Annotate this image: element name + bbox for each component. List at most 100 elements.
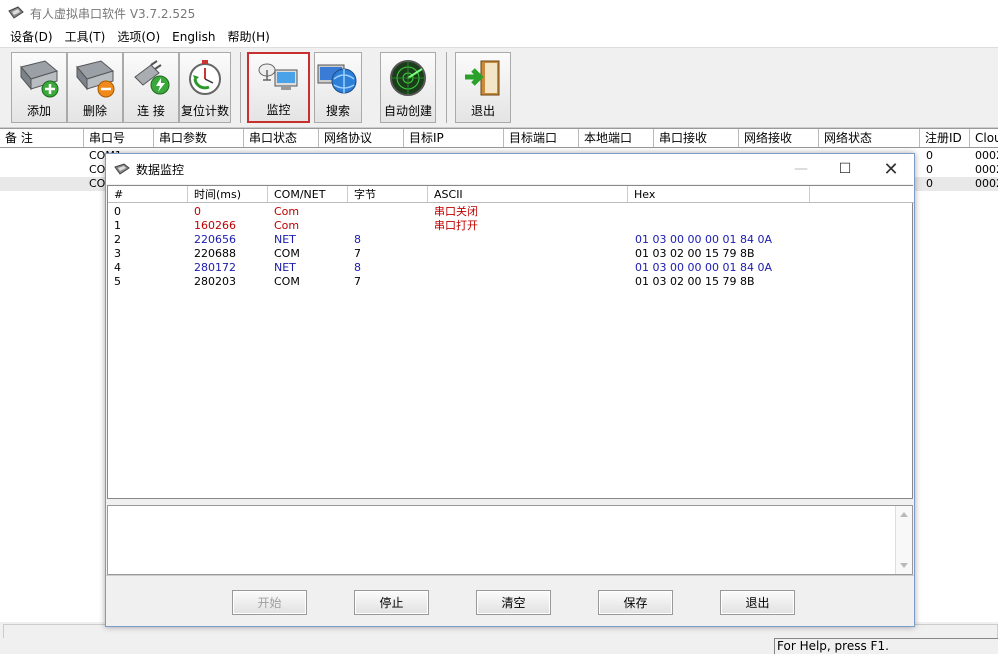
menu-help[interactable]: 帮助(H) [221,28,275,45]
maximize-icon[interactable]: ☐ [822,154,868,184]
close-icon[interactable]: ✕ [868,154,914,184]
hex-cell: 01 03 00 00 00 01 84 0A [635,261,772,274]
toolbar-separator [446,52,447,123]
app-icon [114,163,130,175]
menu-options[interactable]: 选项(O) [111,28,166,45]
toolbar: 添加 删除 连 接 复位计数 监控 搜索 自动创建 退出 [0,48,998,135]
ascii-cell: 串口关闭 [434,205,478,218]
add-button[interactable]: 添加 [11,52,67,123]
stop-button[interactable]: 停止 [354,590,429,615]
monitor-log-header: # 时间(ms) COM/NET 字节 ASCII Hex [108,186,914,203]
log-row[interactable]: 1 160266 Com 串口打开 [108,219,914,233]
monitor-label: 监控 [266,103,291,117]
dialog-titlebar: 数据监控 — ☐ ✕ [106,154,914,184]
col-cloud[interactable]: Clou [970,129,998,147]
menu-bar: 设备(D) 工具(T) 选项(O) English 帮助(H) [0,26,998,48]
col-local-port[interactable]: 本地端口 [579,129,654,147]
cloud-cell: 0002 [975,163,998,176]
scroll-down-icon[interactable] [900,563,908,568]
delete-button[interactable]: 删除 [67,52,123,123]
col-target-ip[interactable]: 目标IP [404,129,504,147]
connect-label: 连 接 [137,104,165,118]
time-cell: 160266 [194,219,236,232]
reg-id-cell: 0 [926,177,933,190]
exit-door-icon [465,60,500,96]
col-port[interactable]: 串口号 [84,129,154,147]
reset-count-label: 复位计数 [180,104,229,118]
source-cell: NET [274,233,296,246]
index-cell: 5 [114,275,121,288]
monitor-log-list[interactable]: # 时间(ms) COM/NET 字节 ASCII Hex 0 0 Com 串口关闭 1… [107,185,914,499]
monitor-satellite-icon [258,63,297,90]
col-port-rx[interactable]: 串口接收 [654,129,739,147]
col-net-rx[interactable]: 网络接收 [739,129,819,147]
col-time[interactable]: 时间(ms) [188,186,268,202]
stopwatch-icon [189,60,221,95]
auto-create-button[interactable]: 自动创建 [380,52,436,123]
log-row[interactable]: 2 220656 NET 8 01 03 00 00 00 01 84 0A [108,233,914,247]
menu-english[interactable]: English [166,30,221,44]
exit-label: 退出 [470,104,495,118]
bytes-cell: 8 [354,233,361,246]
bytes-cell: 7 [354,275,361,288]
col-note[interactable]: 备 注 [0,129,84,147]
source-cell: NET [274,261,296,274]
log-row[interactable]: 0 0 Com 串口关闭 [108,205,914,219]
search-label: 搜索 [325,104,350,118]
data-monitor-dialog: 数据监控 — ☐ ✕ # 时间(ms) COM/NET 字节 ASCII Hex… [105,153,915,627]
time-cell: 280172 [194,261,236,274]
col-bytes[interactable]: 字节 [348,186,428,202]
send-text-area[interactable] [107,505,913,575]
connect-button[interactable]: 连 接 [123,52,179,123]
time-cell: 220656 [194,233,236,246]
reset-count-button[interactable]: 复位计数 [179,52,231,123]
toolbar-separator [240,52,241,123]
col-hex[interactable]: Hex [628,186,810,202]
col-reg-id[interactable]: 注册ID [920,129,970,147]
col-source[interactable]: COM/NET [268,186,348,202]
serial-port-remove-icon [76,60,115,98]
col-net-status[interactable]: 网络状态 [819,129,920,147]
index-cell: 3 [114,247,121,260]
log-row[interactable]: 5 280203 COM 7 01 03 02 00 15 79 8B [108,275,914,289]
dialog-button-row: 开始 停止 清空 保存 退出 [106,575,914,626]
col-target-port[interactable]: 目标端口 [504,129,579,147]
log-row[interactable]: 4 280172 NET 8 01 03 00 00 00 01 84 0A [108,261,914,275]
scroll-up-icon[interactable] [900,512,908,517]
log-row[interactable]: 3 220688 COM 7 01 03 02 00 15 79 8B [108,247,914,261]
save-button[interactable]: 保存 [598,590,673,615]
source-cell: COM [274,247,300,260]
exit-button[interactable]: 退出 [455,52,511,123]
serial-port-add-icon [20,60,59,98]
col-ascii[interactable]: ASCII [428,186,628,202]
hex-cell: 01 03 00 00 00 01 84 0A [635,233,772,246]
cloud-cell: 0002 [975,177,998,190]
source-cell: Com [274,219,300,232]
col-port-status[interactable]: 串口状态 [244,129,319,147]
monitor-button[interactable]: 监控 [247,52,310,123]
vertical-scrollbar[interactable] [895,506,912,574]
app-title: 有人虚拟串口软件 V3.7.2.525 [30,6,196,21]
add-label: 添加 [26,104,51,118]
dialog-exit-button[interactable]: 退出 [720,590,795,615]
menu-tools[interactable]: 工具(T) [59,28,112,45]
clear-button[interactable]: 清空 [476,590,551,615]
reg-id-cell: 0 [926,149,933,162]
menu-device[interactable]: 设备(D) [4,28,59,45]
radar-icon [390,60,426,96]
delete-label: 删除 [82,104,107,118]
port-table-header: 备 注 串口号 串口参数 串口状态 网络协议 目标IP 目标端口 本地端口 串口… [0,129,998,148]
col-net-protocol[interactable]: 网络协议 [319,129,404,147]
time-cell: 0 [194,205,201,218]
start-button[interactable]: 开始 [232,590,307,615]
index-cell: 4 [114,261,121,274]
search-button[interactable]: 搜索 [314,52,362,123]
plug-connect-icon [134,60,170,95]
app-icon [8,6,24,19]
col-port-params[interactable]: 串口参数 [154,129,244,147]
source-cell: COM [274,275,300,288]
bytes-cell: 8 [354,261,361,274]
globe-search-icon [317,64,357,94]
minimize-icon[interactable]: — [778,154,824,184]
col-index[interactable]: # [108,186,188,202]
